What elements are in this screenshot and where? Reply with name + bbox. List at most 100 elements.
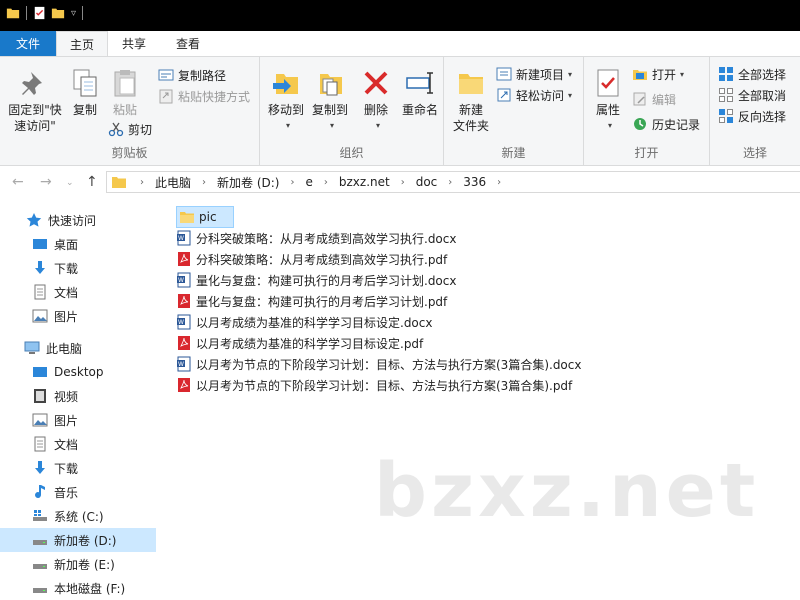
list-item-file[interactable]: 以月考成绩为基准的科学学习目标设定.pdf: [176, 332, 423, 354]
chevron-down-icon: ▾: [607, 121, 612, 130]
tab-view[interactable]: 查看: [160, 31, 216, 56]
clipboard-group: 固定到"快 速访问" 复制 粘贴 复制路径 粘贴快捷方式 剪切 剪贴板: [0, 57, 260, 165]
sidebar-item-label: 本地磁盘 (F:): [54, 581, 126, 596]
sidebar-item-this-pc[interactable]: 此电脑: [0, 336, 180, 360]
svg-text:W: W: [178, 277, 184, 284]
recent-locations-chevron-icon[interactable]: ⌄: [66, 178, 74, 188]
folder-icon: [112, 177, 126, 188]
open-icon: [633, 70, 647, 80]
new-item-icon: [496, 67, 512, 81]
list-item-file[interactable]: W 以月考成绩为基准的科学学习目标设定.docx: [176, 311, 432, 333]
new-item-label: 新建项目: [516, 67, 565, 82]
tab-share[interactable]: 共享: [108, 31, 160, 56]
select-all-button[interactable]: 全部选择: [718, 64, 786, 84]
sidebar-item-label: 下载: [54, 261, 79, 276]
edit-button[interactable]: 编辑: [632, 89, 676, 109]
rename-label: 重命名: [401, 103, 438, 117]
list-item-file[interactable]: W 以月考为节点的下阶段学习计划：目标、方法与执行方案(3篇合集).docx: [176, 353, 581, 375]
breadcrumb-doc[interactable]: doc: [416, 175, 438, 189]
list-item-file[interactable]: 以月考为节点的下阶段学习计划：目标、方法与执行方案(3篇合集).pdf: [176, 374, 572, 396]
paste-shortcut-label: 粘贴快捷方式: [178, 89, 251, 104]
picture-icon: [32, 309, 48, 323]
pin-quick-access-button[interactable]: 固定到"快 速访问": [6, 67, 64, 134]
copy-button[interactable]: 复制: [66, 67, 104, 118]
copy-to-icon: [320, 74, 342, 96]
easy-access-button[interactable]: 轻松访问 ▾: [496, 85, 572, 105]
sidebar-item-label: 图片: [54, 413, 79, 428]
folder-icon[interactable]: [6, 6, 20, 20]
select-none-button[interactable]: 全部取消: [718, 85, 786, 105]
forward-arrow-icon[interactable]: →: [40, 174, 52, 190]
copy-to-button[interactable]: 复制到 ▾: [308, 67, 352, 134]
separator: [82, 6, 84, 20]
copy-path-button[interactable]: 复制路径: [158, 65, 226, 85]
sidebar-item-label: 文档: [54, 437, 79, 452]
breadcrumb-arrow-icon[interactable]: ›: [202, 177, 206, 188]
quick-access-toolbar: ▿: [6, 6, 85, 20]
cut-button[interactable]: 剪切: [108, 119, 152, 139]
delete-button[interactable]: 删除 ▾: [358, 67, 394, 134]
new-item-button[interactable]: 新建项目 ▾: [496, 64, 572, 84]
breadcrumb-arrow-icon[interactable]: ›: [497, 177, 501, 188]
list-item-file[interactable]: W 量化与复盘：构建可执行的月考后学习计划.docx: [176, 269, 456, 291]
invert-selection-button[interactable]: 反向选择: [718, 106, 786, 126]
music-note-icon: [35, 485, 45, 499]
properties-icon[interactable]: [33, 6, 47, 20]
title-bar: ▿: [0, 0, 800, 31]
customize-qat-dropdown[interactable]: ▿: [71, 8, 76, 19]
rename-button[interactable]: 重命名: [398, 67, 442, 118]
breadcrumb-bzxz[interactable]: bzxz.net: [339, 175, 390, 189]
select-group: 全部选择 全部取消 反向选择 选择: [710, 57, 800, 165]
select-all-icon: [719, 67, 733, 81]
open-group-label: 打开: [634, 146, 659, 160]
list-item-folder[interactable]: pic: [176, 206, 234, 228]
new-folder-button[interactable]: 新建 文件夹: [448, 67, 494, 134]
paste-shortcut-button[interactable]: 粘贴快捷方式: [158, 86, 250, 106]
system-drive-icon: [33, 510, 47, 521]
easy-access-icon: [497, 88, 511, 102]
breadcrumb-drive-d[interactable]: 新加卷 (D:): [217, 174, 279, 191]
select-none-icon: [719, 88, 733, 102]
list-item-file[interactable]: 分科突破策略：从月考成绩到高效学习执行.pdf: [176, 248, 447, 270]
address-bar[interactable]: › 此电脑 › 新加卷 (D:) › e › bzxz.net › doc › …: [106, 171, 800, 193]
sidebar-item-label: 新加卷 (E:): [54, 557, 115, 572]
back-arrow-icon[interactable]: ←: [12, 174, 24, 190]
breadcrumb-this-pc[interactable]: 此电脑: [155, 174, 191, 191]
paste-button[interactable]: 粘贴: [106, 67, 144, 118]
easy-access-label: 轻松访问: [516, 88, 565, 103]
breadcrumb-arrow-icon[interactable]: ›: [448, 177, 452, 188]
new-group: 新建 文件夹 新建项目 ▾ 轻松访问 ▾ 新建: [444, 57, 584, 165]
pin-label-line2: 速访问": [14, 119, 56, 133]
list-item-file[interactable]: 量化与复盘：构建可执行的月考后学习计划.pdf: [176, 290, 447, 312]
sidebar-item-quick-access[interactable]: 快速访问: [0, 208, 182, 232]
sidebar-item-label: 图片: [54, 309, 79, 324]
tab-file[interactable]: 文件: [0, 31, 56, 56]
clipboard-group-label: 剪贴板: [111, 146, 148, 160]
copy-path-label: 复制路径: [178, 68, 227, 83]
delete-label: 删除: [363, 103, 388, 117]
breadcrumb-336[interactable]: 336: [463, 175, 486, 189]
open-button[interactable]: 打开 ▾: [632, 64, 684, 84]
file-name: 以月考成绩为基准的科学学习目标设定.docx: [196, 315, 433, 330]
select-all-label: 全部选择: [738, 67, 787, 82]
tab-home[interactable]: 主页: [56, 31, 108, 56]
breadcrumb-arrow-icon[interactable]: ›: [324, 177, 328, 188]
chevron-down-icon: ▾: [568, 69, 573, 79]
new-folder-icon[interactable]: [51, 6, 65, 20]
history-button[interactable]: 历史记录: [632, 114, 700, 134]
breadcrumb-arrow-icon[interactable]: ›: [140, 177, 144, 188]
select-group-label: 选择: [742, 146, 767, 160]
properties-button[interactable]: 属性 ▾: [588, 67, 628, 134]
pin-label-line1: 固定到"快: [8, 103, 62, 117]
pdf-document-icon: [178, 252, 190, 266]
breadcrumb-e[interactable]: e: [305, 175, 312, 189]
breadcrumb-arrow-icon[interactable]: ›: [401, 177, 405, 188]
properties-icon: [597, 69, 619, 97]
cut-label: 剪切: [128, 122, 153, 137]
list-item-file[interactable]: W 分科突破策略：从月考成绩到高效学习执行.docx: [176, 227, 456, 249]
move-to-button[interactable]: 移动到 ▾: [264, 67, 308, 134]
separator: [26, 6, 27, 20]
breadcrumb-arrow-icon[interactable]: ›: [290, 177, 294, 188]
up-arrow-icon[interactable]: ↑: [86, 174, 98, 190]
document-icon: [34, 436, 46, 452]
